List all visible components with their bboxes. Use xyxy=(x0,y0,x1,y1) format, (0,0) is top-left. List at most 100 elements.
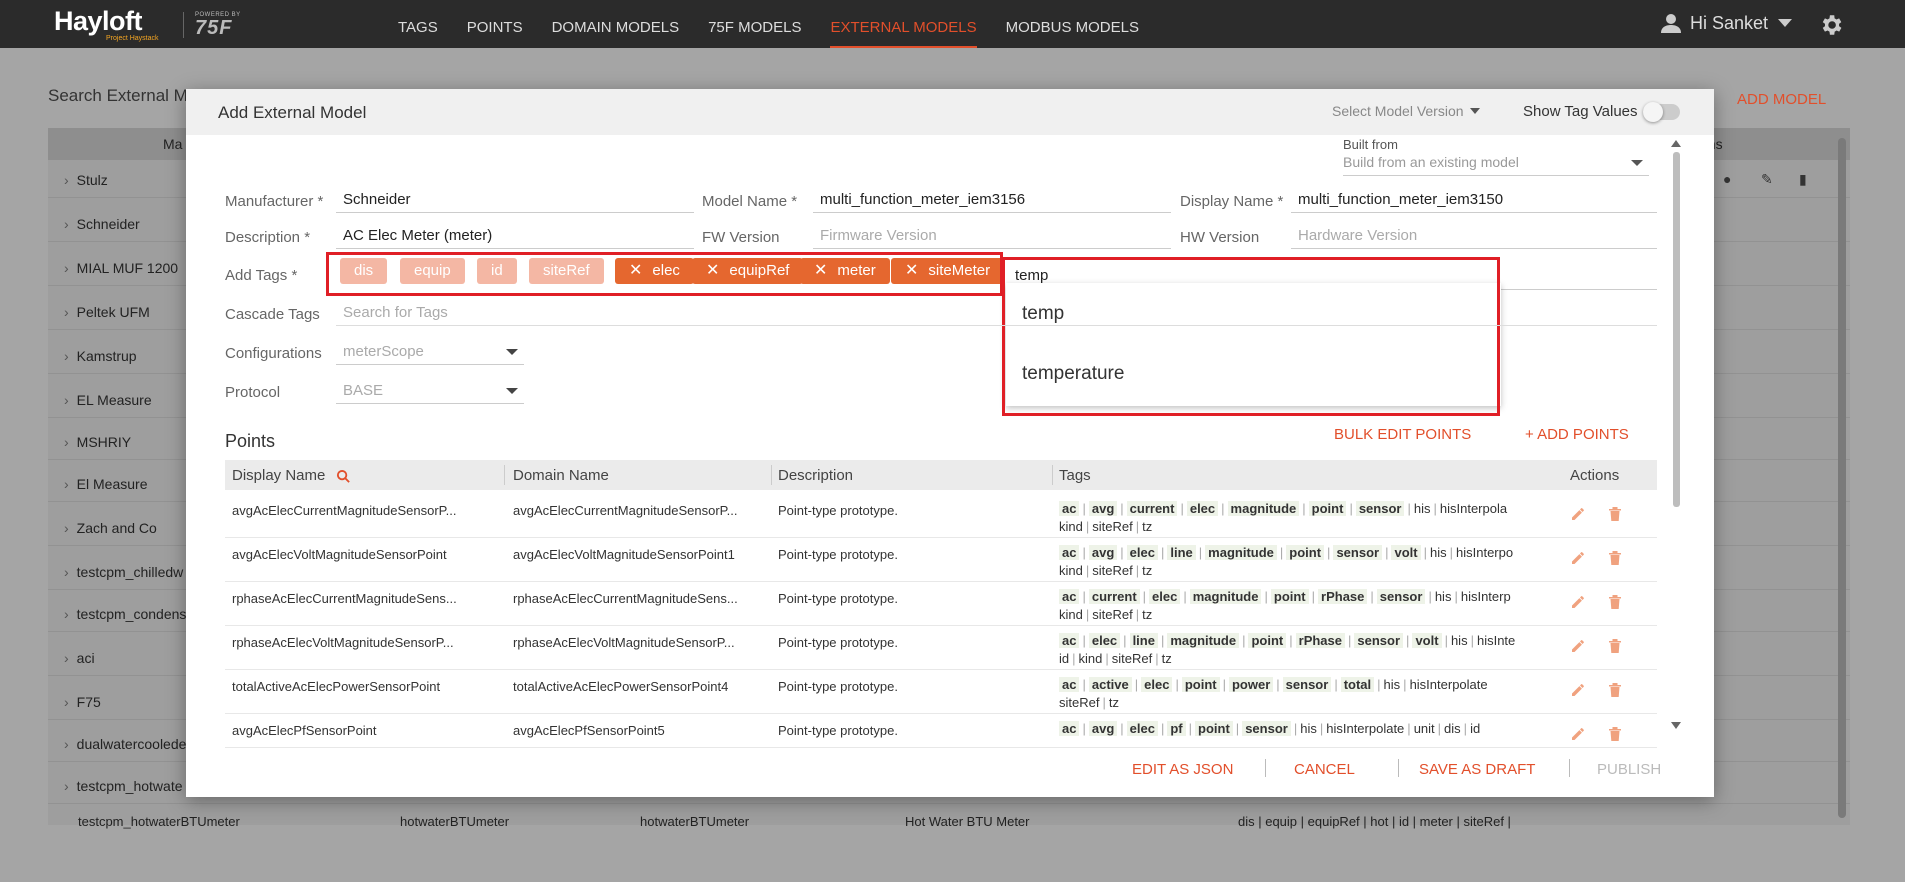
add-points-button[interactable]: + ADD POINTS xyxy=(1525,426,1629,443)
gear-icon[interactable] xyxy=(1818,12,1844,38)
protocol-value: BASE xyxy=(343,382,384,399)
table-row[interactable]: avgAcElecCurrentMagnitudeSensorP... avgAc… xyxy=(225,494,1657,538)
add-model-button[interactable]: ADD MODEL xyxy=(1737,91,1826,108)
point-display-name: avgAcElecPfSensorPoint xyxy=(232,723,377,738)
trash-icon[interactable] xyxy=(1608,682,1622,698)
edit-icon[interactable]: ✎ xyxy=(1761,171,1779,189)
tag-separator: | xyxy=(1444,633,1448,648)
scroll-up-icon[interactable] xyxy=(1671,140,1681,147)
row-name: EL Measure xyxy=(64,392,152,408)
model-version-select[interactable]: Select Model Version xyxy=(1332,103,1480,119)
table-row[interactable]: rphaseAcElecCurrentMagnitudeSens... rphas… xyxy=(225,582,1657,626)
point-display-name: avgAcElecVoltMagnitudeSensorPoint xyxy=(232,547,447,562)
publish-button[interactable]: PUBLISH xyxy=(1597,761,1661,778)
table-row[interactable]: totalActiveAcElecPowerSensorPoint totalAc… xyxy=(225,670,1657,714)
footer-divider xyxy=(1265,759,1266,777)
hayloft-logo[interactable]: Hayloft Project Haystack xyxy=(54,7,159,42)
tag-separator: | xyxy=(1377,677,1381,692)
hw-version-field[interactable]: Hardware Version xyxy=(1291,225,1657,249)
tag-value: point xyxy=(1181,677,1220,692)
dialog-scrollbar[interactable] xyxy=(1670,134,1682,734)
tag-value: ac xyxy=(1059,677,1080,692)
tag-separator: | xyxy=(1160,545,1165,560)
tag-value: elec xyxy=(1126,721,1158,736)
row-name: testcpm_hotwaterBTUmeter xyxy=(78,814,240,829)
cascade-tags-input[interactable]: Search for Tags xyxy=(336,302,996,326)
scroll-down-icon[interactable] xyxy=(1671,722,1681,729)
search-icon[interactable] xyxy=(336,469,351,484)
protocol-select[interactable]: BASE xyxy=(336,380,524,404)
tag-value: tz xyxy=(1108,695,1119,710)
tag-value: his xyxy=(1434,589,1452,604)
trash-icon[interactable] xyxy=(1608,726,1622,742)
edit-icon[interactable] xyxy=(1570,550,1586,566)
tag-value: siteRef xyxy=(1092,607,1133,622)
tag-value: his xyxy=(1429,545,1447,560)
points-section-title: Points xyxy=(225,431,276,451)
table-row[interactable]: avgAcElecVoltMagnitudeSensorPoint avgAcEl… xyxy=(225,538,1657,582)
tag-value: rPhase xyxy=(1295,633,1346,648)
nav-points[interactable]: POINTS xyxy=(467,0,523,48)
table-row[interactable]: rphaseAcElecVoltMagnitudeSensorP... rphas… xyxy=(225,626,1657,670)
trash-icon[interactable] xyxy=(1608,594,1622,610)
point-domain-name: avgAcElecCurrentMagnitudeSensorP... xyxy=(513,503,738,518)
built-from-select[interactable]: Build from an existing model xyxy=(1343,154,1649,176)
trash-icon[interactable] xyxy=(1608,506,1622,522)
point-display-name: avgAcElecCurrentMagnitudeSensorP... xyxy=(232,503,457,518)
edit-icon[interactable] xyxy=(1570,638,1586,654)
manufacturer-field[interactable]: Schneider xyxy=(336,189,694,213)
cancel-button[interactable]: CANCEL xyxy=(1294,761,1355,778)
tag-separator: | xyxy=(1082,633,1086,648)
row-name: MSHRIY xyxy=(64,434,131,450)
description-label: Description * xyxy=(225,229,311,246)
edit-icon[interactable] xyxy=(1570,506,1586,522)
edit-icon[interactable] xyxy=(1570,594,1586,610)
edit-icon[interactable] xyxy=(1570,682,1586,698)
tag-separator: | xyxy=(1385,545,1389,560)
tag-separator: | xyxy=(1454,589,1458,604)
show-tag-values-toggle[interactable] xyxy=(1643,102,1680,122)
scroll-thumb[interactable] xyxy=(1673,152,1680,507)
tag-separator: | xyxy=(1463,721,1468,736)
bulk-edit-points-button[interactable]: BULK EDIT POINTS xyxy=(1334,426,1471,443)
row-name: testcpm_hotwate xyxy=(64,778,183,794)
model-name-field[interactable]: multi_function_meter_iem3156 xyxy=(813,189,1171,213)
user-menu[interactable]: Hi Sanket xyxy=(1660,12,1793,34)
point-tags: ac | current | elec | magnitude | point | rPhase | s… xyxy=(1059,588,1529,624)
tag-separator: | xyxy=(1105,651,1109,666)
tag-separator: | xyxy=(1123,633,1127,648)
trash-icon[interactable]: ▮ xyxy=(1799,171,1817,189)
tag-value: id xyxy=(1059,651,1070,666)
fw-version-field[interactable]: Firmware Version xyxy=(813,225,1171,249)
eye-icon[interactable]: ● xyxy=(1723,171,1741,189)
tag-value: hisInterp xyxy=(1460,589,1511,604)
nav-tags[interactable]: TAGS xyxy=(398,0,438,48)
description-field[interactable]: AC Elec Meter (meter) xyxy=(336,225,694,249)
configurations-select[interactable]: meterScope xyxy=(336,341,524,365)
tag-value: kind xyxy=(1059,563,1083,578)
points-table-header xyxy=(225,460,1657,490)
row-tags: dis | equip | equipRef | hot | id | mete… xyxy=(1238,814,1511,829)
user-greeting: Hi Sanket xyxy=(1690,12,1769,33)
nav-external-models[interactable]: EXTERNAL MODELS xyxy=(830,0,977,48)
save-as-draft-button[interactable]: SAVE AS DRAFT xyxy=(1419,761,1535,778)
hw-version-label: HW Version xyxy=(1180,229,1260,246)
tag-separator: | xyxy=(1407,501,1411,516)
tag-value: sensor xyxy=(1282,677,1332,692)
row-name: F75 xyxy=(64,694,101,710)
trash-icon[interactable] xyxy=(1608,550,1622,566)
nav-modbus-models[interactable]: MODBUS MODELS xyxy=(1006,0,1139,48)
nav-75f-models[interactable]: 75F MODELS xyxy=(708,0,801,48)
edit-as-json-button[interactable]: EDIT AS JSON xyxy=(1132,761,1233,778)
display-name-field[interactable]: multi_function_meter_iem3150 xyxy=(1291,189,1657,213)
page-scrollbar[interactable] xyxy=(1838,138,1846,818)
footer-divider xyxy=(1398,759,1399,777)
row-name: MIAL MUF 1200 xyxy=(64,260,178,276)
model-version-placeholder: Select Model Version xyxy=(1332,103,1464,119)
row-model: hotwaterBTUmeter xyxy=(640,814,750,829)
nav-domain-models[interactable]: DOMAIN MODELS xyxy=(552,0,680,48)
edit-icon[interactable] xyxy=(1570,726,1586,742)
column-actions: Actions xyxy=(1570,467,1620,484)
table-row[interactable]: avgAcElecPfSensorPoint avgAcElecPfSensorP… xyxy=(225,714,1657,748)
trash-icon[interactable] xyxy=(1608,638,1622,654)
